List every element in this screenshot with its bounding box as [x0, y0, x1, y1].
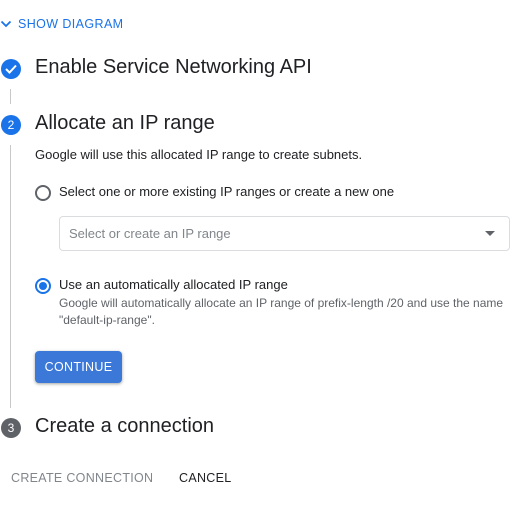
existing-ranges-radio-label[interactable]: Select one or more existing IP ranges or… [59, 184, 394, 199]
step-3-number-badge: 3 [1, 418, 21, 438]
continue-button[interactable]: CONTINUE [35, 351, 122, 383]
step-connector [10, 89, 11, 104]
auto-allocate-radio-label[interactable]: Use an automatically allocated IP range [59, 277, 288, 292]
radio-selected-dot [39, 282, 47, 290]
step-1-title: Enable Service Networking API [35, 56, 312, 78]
step-2-description: Google will use this allocated IP range … [35, 147, 363, 162]
auto-allocate-radio[interactable] [35, 278, 51, 294]
step-3-title: Create a connection [35, 415, 215, 437]
step-2-title: Allocate an IP range [35, 112, 215, 134]
step-connector [10, 145, 11, 408]
auto-allocate-help-text: Google will automatically allocate an IP… [59, 296, 504, 327]
ip-range-select[interactable]: Select or create an IP range [59, 216, 510, 251]
create-connection-button[interactable]: CREATE CONNECTION [11, 471, 153, 485]
dropdown-arrow-icon [485, 231, 495, 236]
step-1-complete-icon [1, 59, 21, 79]
chevron-down-icon [0, 18, 12, 30]
show-diagram-toggle[interactable]: SHOW DIAGRAM [0, 14, 124, 34]
cancel-button[interactable]: CANCEL [179, 471, 232, 485]
step-2-number-badge: 2 [1, 115, 21, 135]
existing-ranges-radio[interactable] [35, 185, 51, 201]
show-diagram-label: SHOW DIAGRAM [18, 17, 124, 31]
ip-range-select-placeholder: Select or create an IP range [69, 226, 231, 241]
